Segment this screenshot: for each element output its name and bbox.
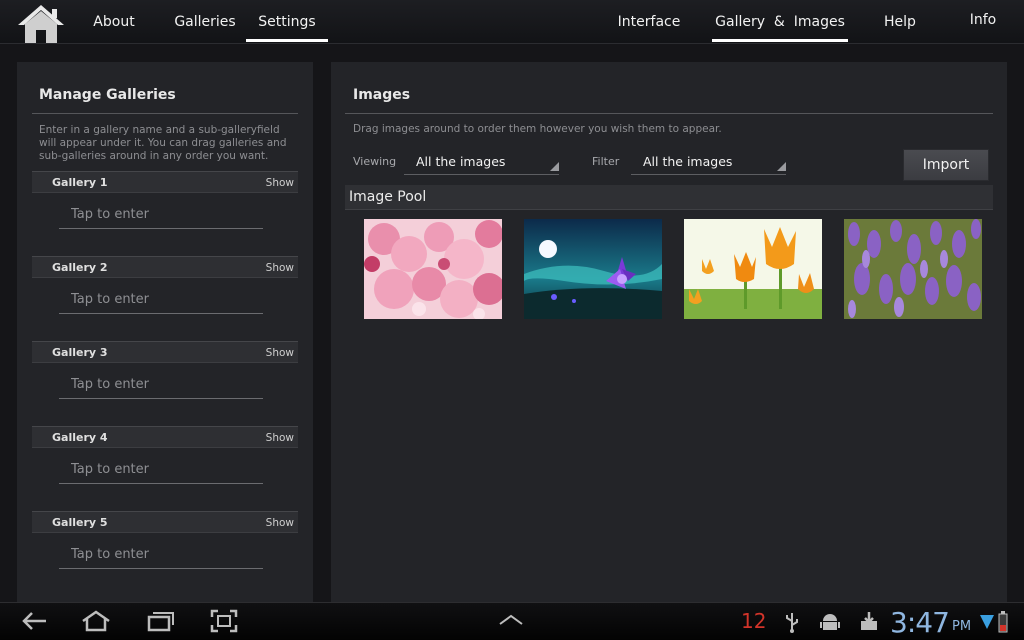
notification-count: 12 (741, 609, 767, 633)
viewing-dropdown[interactable]: All the images (404, 149, 559, 175)
tab-info[interactable]: Info (962, 0, 1004, 42)
filter-dropdown[interactable]: All the images (631, 149, 786, 175)
divider (345, 113, 993, 114)
night-flower-image[interactable] (524, 219, 662, 319)
battery-icon (998, 611, 1008, 637)
gallery-name: Gallery 4 (52, 431, 108, 444)
sub-gallery-input[interactable] (59, 456, 263, 484)
lavender-field-image[interactable] (844, 219, 982, 319)
sub-gallery-input[interactable] (59, 286, 263, 314)
tab-gallery-images[interactable]: Gallery & Images (712, 0, 848, 44)
sub-gallery-input[interactable] (59, 201, 263, 229)
images-title: Images (353, 87, 411, 103)
viewing-value: All the images (416, 154, 506, 169)
show-toggle[interactable]: Show (266, 432, 294, 444)
manage-help-text: Enter in a gallery name and a sub-galler… (39, 124, 287, 162)
tab-interface[interactable]: Interface (608, 0, 690, 44)
wifi-icon (980, 613, 994, 635)
show-toggle[interactable]: Show (266, 177, 294, 189)
back-icon[interactable] (20, 609, 48, 637)
gallery-header[interactable]: Gallery 4 Show (32, 426, 298, 448)
sub-gallery-input[interactable] (59, 541, 263, 569)
show-toggle[interactable]: Show (266, 262, 294, 274)
tab-settings[interactable]: Settings (246, 0, 328, 44)
system-bar: 12 3:47 PM (0, 602, 1024, 640)
cherry-blossom-image[interactable] (364, 219, 502, 319)
manage-galleries-panel: Manage Galleries Enter in a gallery name… (17, 62, 313, 602)
dropdown-arrow-icon (550, 162, 559, 171)
tab-galleries[interactable]: Galleries (166, 0, 244, 44)
gallery-item[interactable]: Gallery 5 Show (32, 511, 298, 581)
action-bar: About Galleries Settings Interface Galle… (0, 0, 1024, 44)
home-icon[interactable] (15, 3, 67, 43)
home-nav-icon[interactable] (80, 609, 112, 637)
gallery-name: Gallery 2 (52, 261, 108, 274)
dropdown-arrow-icon (777, 162, 786, 171)
clock-ampm: PM (952, 619, 972, 634)
filter-label: Filter (592, 155, 620, 168)
tab-about[interactable]: About (80, 0, 148, 44)
recent-apps-icon[interactable] (145, 609, 175, 637)
import-button[interactable]: Import (903, 149, 989, 181)
manage-galleries-title: Manage Galleries (39, 87, 176, 103)
gallery-header[interactable]: Gallery 1 Show (32, 171, 298, 193)
filter-value: All the images (643, 154, 733, 169)
gallery-name: Gallery 3 (52, 346, 108, 359)
show-toggle[interactable]: Show (266, 517, 294, 529)
android-debug-icon[interactable] (820, 612, 840, 636)
show-toggle[interactable]: Show (266, 347, 294, 359)
gallery-header[interactable]: Gallery 2 Show (32, 256, 298, 278)
images-panel: Images Drag images around to order them … (331, 62, 1007, 602)
gallery-name: Gallery 5 (52, 516, 108, 529)
tab-help[interactable]: Help (876, 0, 924, 44)
gallery-header[interactable]: Gallery 3 Show (32, 341, 298, 363)
chevron-up-icon[interactable] (498, 612, 524, 632)
orange-tulips-image[interactable] (684, 219, 822, 319)
sub-gallery-input[interactable] (59, 371, 263, 399)
usb-icon[interactable] (784, 611, 800, 637)
gallery-item[interactable]: Gallery 1 Show (32, 171, 298, 241)
clock[interactable]: 3:47 (890, 606, 950, 639)
gallery-item[interactable]: Gallery 3 Show (32, 341, 298, 411)
image-pool-header: Image Pool (345, 185, 993, 210)
gallery-name: Gallery 1 (52, 176, 108, 189)
gallery-item[interactable]: Gallery 2 Show (32, 256, 298, 326)
download-icon[interactable] (860, 611, 878, 635)
viewing-label: Viewing (353, 155, 397, 168)
screenshot-icon[interactable] (210, 609, 238, 637)
images-help-text: Drag images around to order them however… (353, 123, 722, 135)
divider (32, 113, 298, 114)
image-pool-title: Image Pool (349, 189, 427, 205)
gallery-item[interactable]: Gallery 4 Show (32, 426, 298, 496)
gallery-header[interactable]: Gallery 5 Show (32, 511, 298, 533)
